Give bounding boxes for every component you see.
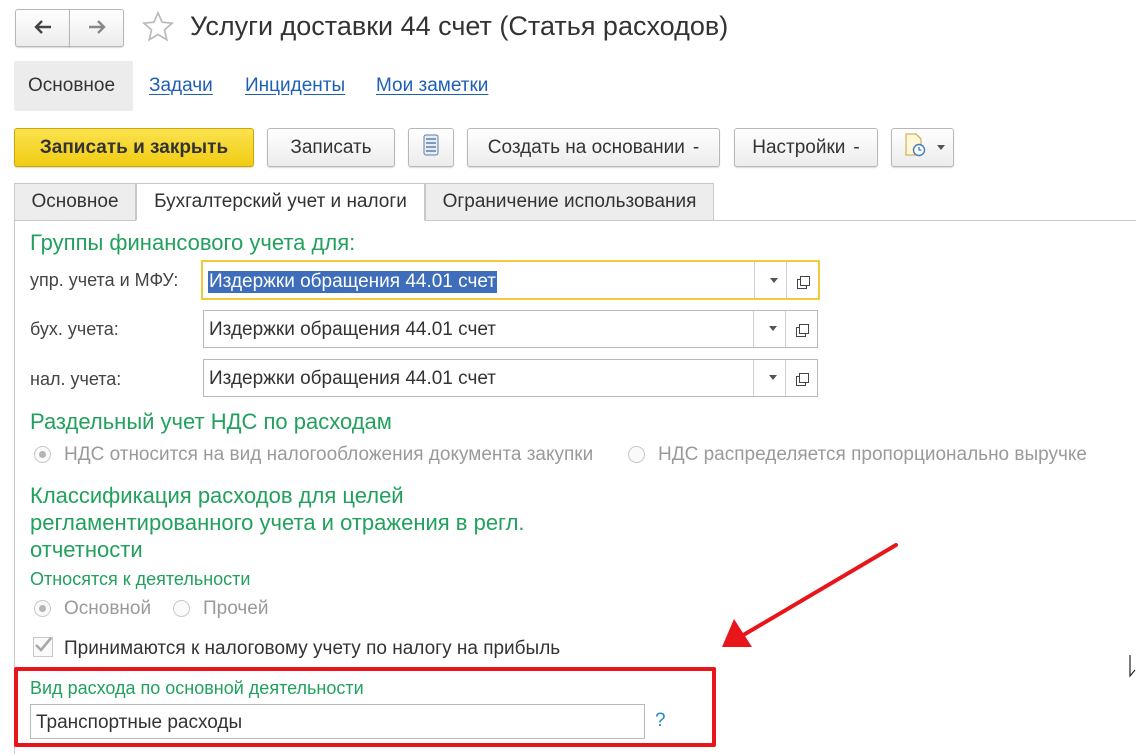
annotation-arrow-icon (722, 543, 898, 647)
fin-row-label-tax: нал. учета: (30, 369, 122, 389)
field-value: Издержки обращения 44.01 счет (209, 368, 496, 389)
field-separator (785, 360, 786, 396)
field-separator (754, 262, 755, 298)
list-icon (423, 134, 439, 162)
nav-link-incidents[interactable]: Инциденты (245, 75, 345, 97)
arrow-right-icon (87, 15, 107, 41)
open-form-icon[interactable] (797, 273, 810, 289)
nav-link-tasks[interactable]: Задачи (149, 75, 213, 97)
classification-heading-line: регламентированного учета и отражения в … (30, 510, 525, 535)
tab-accounting[interactable]: Бухгалтерский учет и налоги (136, 183, 425, 221)
open-form-icon[interactable] (796, 370, 809, 386)
activity-label: Относятся к деятельности (30, 569, 251, 589)
vat-option1-radio[interactable] (34, 446, 51, 463)
star-icon[interactable] (141, 10, 175, 49)
page-title: Услуги доставки 44 счет (Статья расходов… (190, 11, 729, 41)
help-link[interactable]: ? (655, 710, 666, 732)
create-based-on-label: Создать на основании (487, 136, 685, 158)
mgmt-accounting-field[interactable]: Издержки обращения 44.01 счет (201, 260, 820, 300)
tax-profit-label: Принимаются к налоговому учету по налогу… (64, 638, 561, 659)
back-button[interactable] (15, 9, 70, 47)
checkmark-icon (35, 637, 52, 652)
tab-strip-line (714, 220, 1136, 221)
document-list-button[interactable] (408, 128, 454, 167)
cursor-icon (1129, 655, 1136, 678)
save-button[interactable]: Записать (267, 128, 395, 167)
dropdown-arrow-icon[interactable] (769, 375, 777, 380)
fin-row-label-accounting: бух. учета: (30, 319, 119, 339)
activity-main-label: Основной (64, 598, 152, 619)
tax-profit-checkbox[interactable] (33, 637, 53, 657)
chevron-down-icon (937, 145, 945, 150)
expense-kind-field[interactable]: Транспортные расходы (30, 704, 645, 739)
tab-restrictions[interactable]: Ограничение использования (425, 183, 714, 221)
tab-main[interactable]: Основное (14, 183, 136, 221)
field-value: Издержки обращения 44.01 счет (208, 271, 497, 293)
vat-option1-label: НДС относится на вид налогообложения док… (64, 444, 594, 465)
nav-main-label: Основное (28, 75, 116, 96)
vat-heading: Раздельный учет НДС по расходам (30, 409, 392, 434)
dropdown-arrow-icon[interactable] (769, 326, 777, 331)
nav-link-notes[interactable]: Мои заметки (376, 75, 488, 97)
dropdown-arrow-icon[interactable] (770, 278, 778, 283)
create-based-on-button[interactable]: Создать на основании - (467, 128, 720, 167)
expense-kind-label: Вид расхода по основной деятельности (30, 678, 364, 698)
fin-row-label-mgmt: упр. учета и МФУ: (30, 270, 179, 290)
tax-accounting-field[interactable]: Издержки обращения 44.01 счет (203, 359, 818, 397)
activity-other-radio[interactable] (173, 600, 190, 617)
activity-main-radio[interactable] (34, 600, 51, 617)
chevron-down-icon: - (853, 136, 860, 158)
field-separator (753, 311, 754, 347)
field-separator (753, 360, 754, 396)
document-clock-icon (904, 133, 926, 163)
field-value: Издержки обращения 44.01 счет (209, 319, 496, 340)
vat-option2-radio[interactable] (628, 446, 645, 463)
attachments-button[interactable] (891, 128, 954, 167)
settings-label: Настройки (752, 136, 846, 158)
field-separator (786, 262, 787, 298)
arrow-left-icon (33, 15, 53, 41)
field-separator (785, 311, 786, 347)
fin-groups-heading: Группы финансового учета для: (30, 230, 356, 255)
accounting-field[interactable]: Издержки обращения 44.01 счет (203, 310, 818, 348)
classification-heading-line: Классификация расходов для целей (30, 483, 404, 508)
vat-option2-label: НДС распределяется пропорционально выруч… (658, 444, 1088, 465)
save-and-close-button[interactable]: Записать и закрыть (14, 128, 254, 167)
chevron-down-icon: - (692, 136, 700, 158)
classification-heading: Классификация расходов для целей регламе… (30, 482, 525, 563)
field-value: Транспортные расходы (36, 712, 243, 733)
forward-button[interactable] (69, 9, 124, 47)
classification-heading-line: отчетности (30, 537, 143, 562)
activity-other-label: Прочей (203, 598, 269, 619)
settings-button[interactable]: Настройки - (734, 128, 878, 167)
open-form-icon[interactable] (796, 321, 809, 337)
nav-main-active[interactable]: Основное (14, 61, 133, 111)
